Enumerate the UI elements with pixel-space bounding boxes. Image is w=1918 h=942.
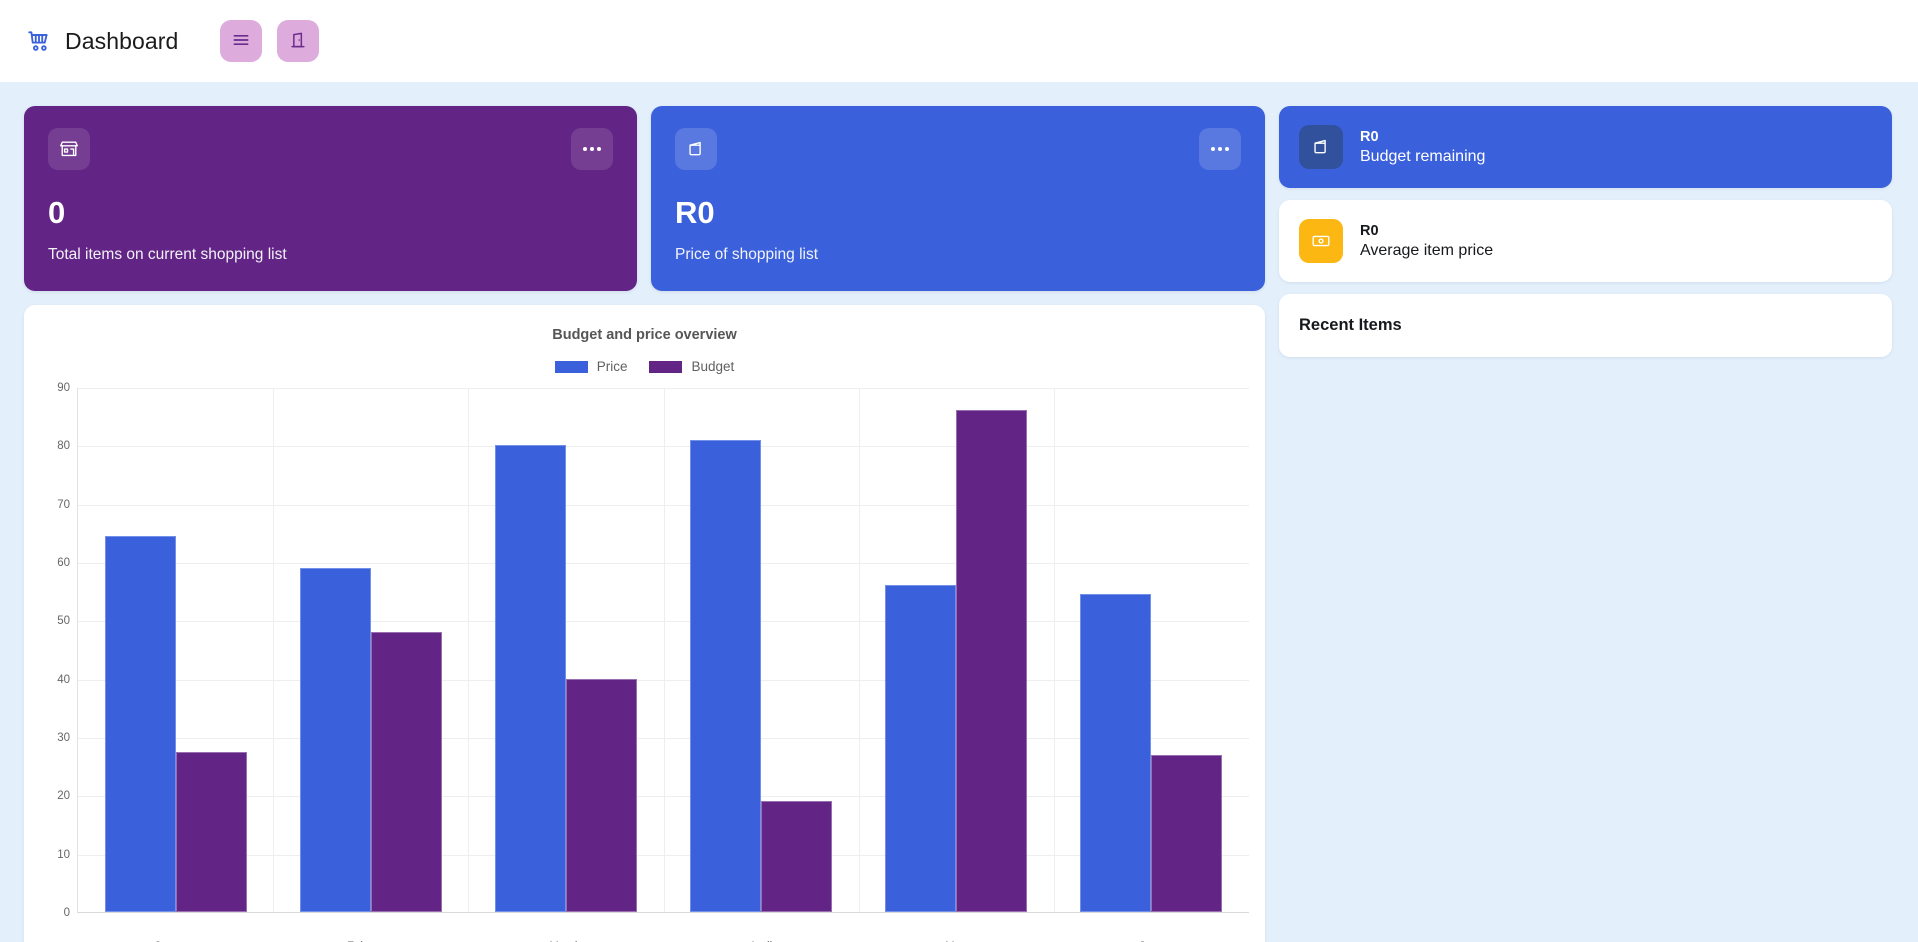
shopping-cart-icon [26,28,52,54]
chart-bar-group [273,388,468,912]
wallet-icon [1299,125,1343,169]
mini-card-text: R0 Average item price [1360,223,1493,260]
dot [1225,147,1229,151]
y-axis-tick: 50 [57,615,70,628]
y-axis-tick: 10 [57,848,70,861]
recent-items-panel: Recent Items [1279,294,1892,357]
mini-card-value: R0 [1360,128,1379,145]
chart-card: Budget and price overview Price Budget 0… [24,305,1265,942]
chart-bar-price[interactable] [299,567,371,912]
page-title: Dashboard [65,27,179,54]
chart-bar-budget[interactable] [565,678,637,912]
legend-swatch [554,360,588,373]
y-axis-tick: 60 [57,557,70,569]
dot [590,147,594,151]
main-column: 0 Total items on current shopping list R… [24,106,1265,942]
dot [1211,147,1215,151]
chart-bar-group [664,388,859,912]
chart-bar-price[interactable] [885,585,957,912]
mini-card-average-item-price: R0 Average item price [1279,200,1892,282]
stat-value: R0 [675,195,715,230]
chart-bar-group [1054,388,1249,912]
chart-bar-budget[interactable] [761,801,833,912]
stat-card-total-items: 0 Total items on current shopping list [24,106,637,291]
mini-card-budget-remaining: R0 Budget remaining [1279,106,1892,188]
money-note-icon [1299,219,1343,263]
stat-caption: Price of shopping list [675,246,819,263]
app-header: Dashboard [0,0,1918,82]
chart-plot-wrapper: 0 10 20 30 40 50 60 70 80 90 [40,382,1249,933]
wallet-icon [675,128,717,170]
more-options-button[interactable] [1199,128,1241,170]
y-axis-tick: 30 [57,732,70,744]
chart-legend: Price Budget [40,359,1249,374]
mini-card-caption: Average item price [1360,241,1494,259]
stat-card-row: 0 Total items on current shopping list R… [24,106,1265,291]
dot [1218,147,1222,151]
chart-bar-price[interactable] [104,535,176,912]
mini-card-caption: Budget remaining [1360,147,1486,165]
chart-bar-price[interactable] [690,439,762,912]
chart-bar-budget[interactable] [175,751,247,912]
y-axis-tick: 70 [57,498,70,511]
stat-card-list-price: R0 Price of shopping list [651,106,1265,291]
mini-card-text: R0 Budget remaining [1360,129,1485,166]
storefront-icon [48,128,90,170]
chart-bar-price[interactable] [1080,594,1152,912]
chart-plot-area [77,388,1249,913]
chart-bar-groups [78,388,1249,912]
legend-item-price[interactable]: Price [554,359,628,374]
hamburger-menu-icon [231,30,251,53]
y-axis-tick: 80 [57,440,70,453]
stat-card-header [675,128,1241,170]
brand: Dashboard [26,28,178,55]
dot [597,147,601,151]
chart-bar-price[interactable] [494,445,566,912]
legend-swatch [649,360,683,373]
legend-item-budget[interactable]: Budget [649,359,734,374]
legend-label: Price [596,359,628,374]
door-exit-icon [288,30,308,53]
chart-title: Budget and price overview [552,327,737,343]
legend-label: Budget [691,359,735,374]
mini-card-value: R0 [1360,222,1379,239]
y-axis-tick: 0 [63,907,70,919]
chart-y-axis: 0 10 20 30 40 50 60 70 80 90 [40,382,77,919]
chart-bar-group [468,388,663,912]
y-axis-tick: 90 [57,382,70,394]
chart-bar-budget[interactable] [370,632,442,912]
recent-items-title: Recent Items [1299,316,1402,334]
menu-toggle-button[interactable] [220,20,263,62]
stat-card-header [48,128,613,170]
more-options-button[interactable] [571,128,613,170]
chart-bar-budget[interactable] [1151,754,1223,912]
stat-caption: Total items on current shopping list [48,246,287,263]
header-actions [220,20,320,62]
chart-bar-budget[interactable] [956,410,1028,912]
chart-bar-group [859,388,1054,912]
dot [583,147,587,151]
side-column: R0 Budget remaining R0 Average item pric… [1279,106,1892,357]
stat-value: 0 [48,195,66,230]
chart-bar-group [78,388,273,912]
dashboard-body: 0 Total items on current shopping list R… [0,82,1918,942]
y-axis-tick: 20 [57,790,70,803]
logout-button[interactable] [277,20,320,62]
y-axis-tick: 40 [57,673,70,686]
